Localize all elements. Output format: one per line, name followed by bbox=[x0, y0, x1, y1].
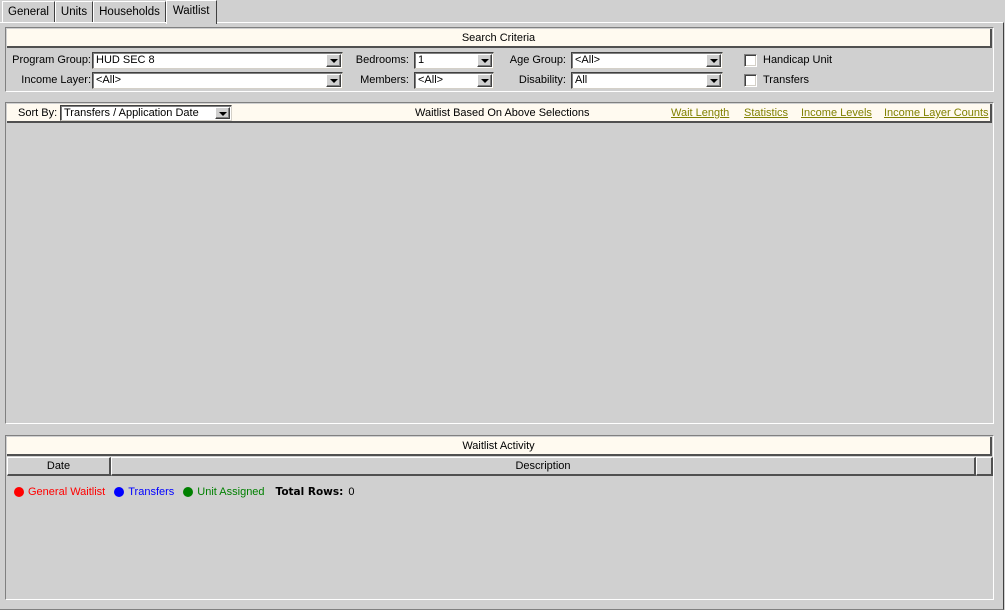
waitlist-activity-title: Waitlist Activity bbox=[7, 437, 992, 456]
disability-value: All bbox=[575, 74, 588, 86]
chevron-down-icon[interactable] bbox=[326, 74, 341, 87]
column-header-date[interactable]: Date bbox=[7, 457, 111, 476]
bedrooms-select[interactable]: 1 bbox=[414, 52, 494, 69]
tab-waitlist[interactable]: Waitlist bbox=[165, 0, 217, 24]
disability-label: Disability: bbox=[518, 74, 566, 86]
members-label: Members: bbox=[360, 74, 409, 86]
chevron-down-icon[interactable] bbox=[477, 74, 492, 87]
income-layer-select[interactable]: <All> bbox=[92, 72, 343, 89]
sort-by-label: Sort By: bbox=[18, 107, 58, 119]
income-layer-label: Income Layer: bbox=[21, 74, 91, 86]
bedrooms-label: Bedrooms: bbox=[355, 54, 409, 66]
activity-table-body[interactable] bbox=[7, 477, 992, 598]
waitlist-activity-panel: Waitlist Activity Date Description bbox=[5, 435, 994, 600]
waitlist-title: Waitlist Based On Above Selections bbox=[415, 107, 590, 119]
waitlist-panel: Sort By: Transfers / Application Date Wa… bbox=[5, 102, 994, 498]
age-group-value: <All> bbox=[575, 54, 601, 66]
wait-length-link[interactable]: Wait Length bbox=[671, 104, 729, 122]
column-header-description[interactable]: Description bbox=[111, 457, 976, 476]
waitlist-grid[interactable] bbox=[7, 125, 992, 393]
income-layer-value: <All> bbox=[96, 74, 122, 86]
age-group-label: Age Group: bbox=[509, 54, 566, 66]
statistics-link[interactable]: Statistics bbox=[744, 104, 788, 122]
members-value: <All> bbox=[418, 74, 444, 86]
program-group-value: HUD SEC 8 bbox=[96, 54, 155, 66]
chevron-down-icon[interactable] bbox=[215, 107, 230, 119]
program-group-label: Program Group: bbox=[12, 54, 91, 66]
members-select[interactable]: <All> bbox=[414, 72, 494, 89]
program-group-select[interactable]: HUD SEC 8 bbox=[92, 52, 343, 69]
transfers-checkbox[interactable] bbox=[744, 74, 757, 87]
column-header-filler bbox=[976, 457, 993, 476]
transfers-label[interactable]: Transfers bbox=[763, 71, 809, 89]
income-levels-link[interactable]: Income Levels bbox=[801, 104, 872, 122]
chevron-down-icon[interactable] bbox=[326, 54, 341, 67]
chevron-down-icon[interactable] bbox=[477, 54, 492, 67]
bedrooms-value: 1 bbox=[418, 54, 425, 66]
age-group-select[interactable]: <All> bbox=[571, 52, 723, 69]
tab-strip: General Units Households Waitlist bbox=[2, 0, 217, 24]
search-criteria-panel: Search Criteria Program Group: HUD SEC 8… bbox=[5, 27, 994, 92]
activity-table-header: Date Description bbox=[7, 457, 993, 476]
disability-select[interactable]: All bbox=[571, 72, 723, 89]
tab-households[interactable]: Households bbox=[93, 1, 166, 23]
search-criteria-title: Search Criteria bbox=[7, 29, 992, 48]
chevron-down-icon[interactable] bbox=[706, 54, 721, 67]
tab-general[interactable]: General bbox=[2, 1, 55, 23]
sort-by-value: Transfers / Application Date bbox=[64, 107, 199, 119]
handicap-unit-checkbox[interactable] bbox=[744, 54, 757, 67]
waitlist-header: Sort By: Transfers / Application Date Wa… bbox=[7, 104, 992, 123]
chevron-down-icon[interactable] bbox=[706, 74, 721, 87]
sort-by-select[interactable]: Transfers / Application Date bbox=[60, 105, 232, 121]
income-layer-counts-link[interactable]: Income Layer Counts bbox=[884, 104, 989, 122]
waitlist-page: Search Criteria Program Group: HUD SEC 8… bbox=[0, 22, 1004, 610]
handicap-unit-label[interactable]: Handicap Unit bbox=[763, 51, 832, 69]
tab-units[interactable]: Units bbox=[54, 1, 94, 23]
